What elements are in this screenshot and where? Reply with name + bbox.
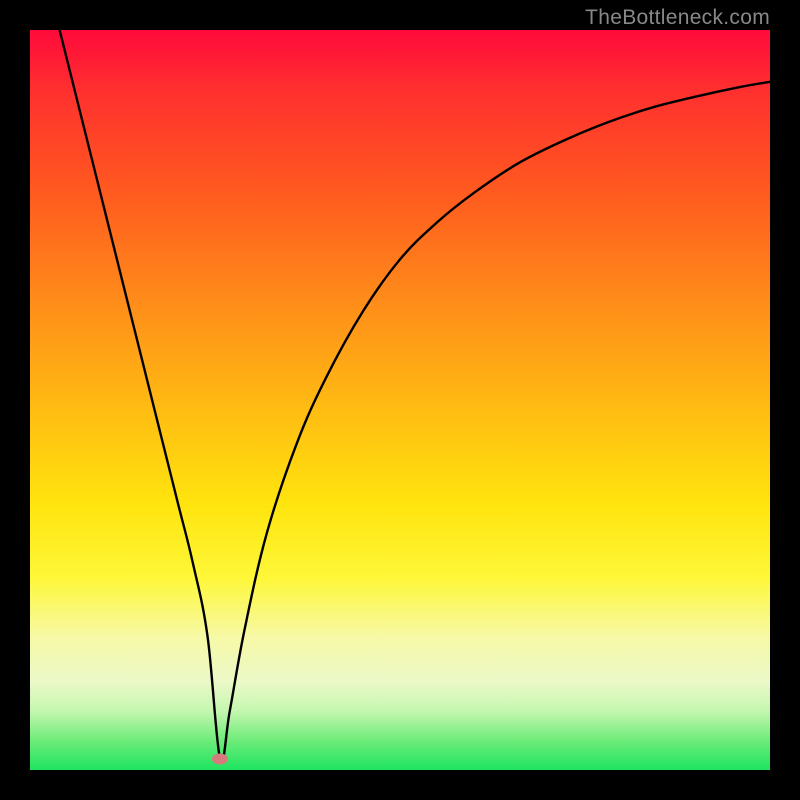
plot-area	[30, 30, 770, 770]
chart-frame: TheBottleneck.com	[0, 0, 800, 800]
optimum-marker	[212, 753, 228, 764]
watermark-text: TheBottleneck.com	[585, 6, 770, 30]
bottleneck-curve-path	[60, 30, 770, 762]
curve-svg	[30, 30, 770, 770]
